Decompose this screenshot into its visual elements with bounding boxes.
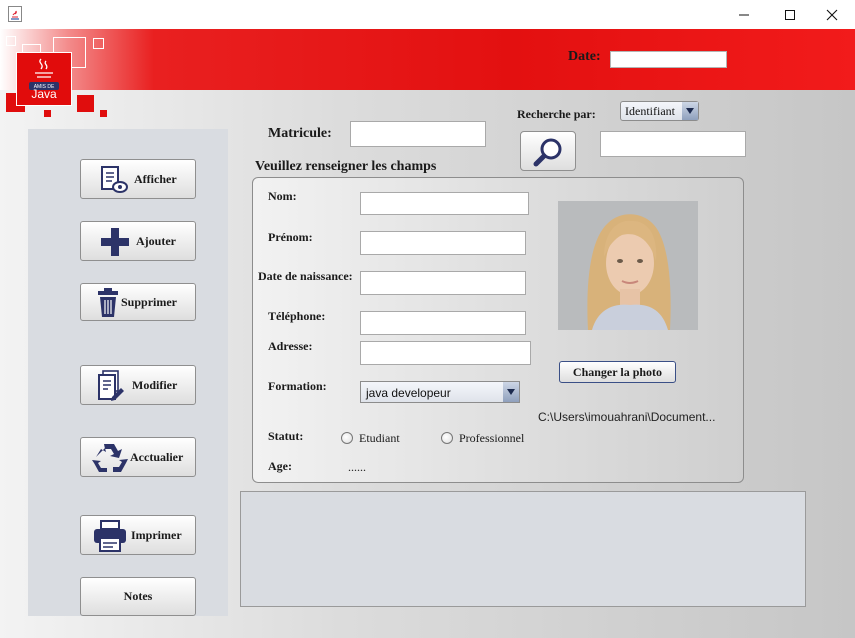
radio-professionnel[interactable]	[441, 432, 453, 444]
formation-label: Formation:	[268, 379, 327, 393]
imprimer-label: Imprimer	[131, 527, 182, 542]
change-photo-button[interactable]: Changer la photo	[559, 361, 676, 383]
nom-input[interactable]	[360, 192, 529, 215]
adresse-label: Adresse:	[268, 339, 313, 353]
modifier-label: Modifier	[132, 377, 178, 392]
notes-button[interactable]: Notes	[80, 577, 196, 616]
radio-professionnel-label: Professionnel	[459, 431, 525, 445]
age-value: ......	[348, 460, 366, 474]
title-bar	[0, 0, 855, 29]
search-criteria-select[interactable]: Identifiant	[620, 101, 699, 121]
search-button[interactable]	[520, 131, 576, 171]
printer-icon	[94, 520, 126, 552]
nom-label: Nom:	[268, 189, 297, 203]
supprimer-label: Supprimer	[121, 294, 178, 309]
java-logo: AMIS DE Java	[16, 52, 72, 106]
minimize-icon	[739, 14, 749, 15]
close-icon	[826, 9, 838, 20]
imprimer-button[interactable]: Imprimer	[80, 515, 196, 555]
date-field[interactable]	[610, 51, 727, 68]
ajouter-button[interactable]: Ajouter	[80, 221, 196, 261]
afficher-label: Afficher	[134, 171, 177, 186]
date-label: Date:	[568, 49, 601, 64]
search-input[interactable]	[600, 131, 746, 157]
ajouter-label: Ajouter	[136, 233, 176, 248]
section-title: Veuillez renseigner les champs	[255, 159, 437, 174]
supprimer-button[interactable]: Supprimer	[80, 283, 196, 321]
adresse-input[interactable]	[360, 341, 531, 365]
prenom-input[interactable]	[360, 231, 526, 255]
formation-select[interactable]: java developeur	[360, 381, 520, 403]
statut-label: Statut:	[268, 429, 304, 443]
person-photo-icon	[558, 201, 698, 330]
trash-icon	[98, 288, 118, 317]
actualiser-label: Acctualier	[130, 449, 184, 464]
prenom-label: Prénom:	[268, 230, 313, 244]
document-edit-icon	[98, 370, 124, 401]
decor-square	[93, 38, 104, 49]
search-by-label: Recherche par:	[517, 107, 596, 121]
decor-square	[77, 95, 94, 112]
date-naissance-input[interactable]	[360, 271, 526, 295]
notes-label: Notes	[123, 589, 153, 603]
radio-etudiant[interactable]	[341, 432, 353, 444]
afficher-button[interactable]: Afficher	[80, 159, 196, 199]
search-criteria-value: Identifiant	[625, 104, 675, 118]
date-naissance-label: Date de naissance:	[258, 269, 353, 283]
actualiser-button[interactable]: Acctualier	[80, 437, 196, 477]
radio-etudiant-label: Etudiant	[359, 431, 400, 445]
profile-photo	[558, 201, 698, 330]
maximize-icon	[785, 9, 795, 20]
decor-square	[6, 36, 16, 46]
formation-value: java developeur	[366, 386, 451, 400]
matricule-label: Matricule:	[268, 126, 332, 141]
plus-icon	[101, 228, 129, 256]
close-button[interactable]	[809, 0, 855, 29]
minimize-button[interactable]	[721, 0, 767, 29]
telephone-label: Téléphone:	[268, 309, 326, 323]
age-label: Age:	[268, 459, 292, 473]
modifier-button[interactable]: Modifier	[80, 365, 196, 405]
document-view-icon	[101, 166, 128, 193]
logo-text: Java	[31, 87, 57, 101]
decor-square	[44, 110, 51, 117]
photo-path: C:\Users\imouahrani\Document...	[538, 410, 716, 424]
refresh-icon	[92, 444, 128, 472]
output-area[interactable]	[240, 491, 806, 607]
chevron-down-icon	[682, 102, 698, 120]
search-icon	[533, 138, 562, 167]
chevron-down-icon	[503, 382, 519, 402]
maximize-button[interactable]	[767, 0, 813, 29]
telephone-input[interactable]	[360, 311, 526, 335]
change-photo-label: Changer la photo	[572, 364, 663, 379]
matricule-input[interactable]	[350, 121, 486, 147]
java-app-icon	[8, 6, 22, 22]
decor-square	[100, 110, 107, 117]
